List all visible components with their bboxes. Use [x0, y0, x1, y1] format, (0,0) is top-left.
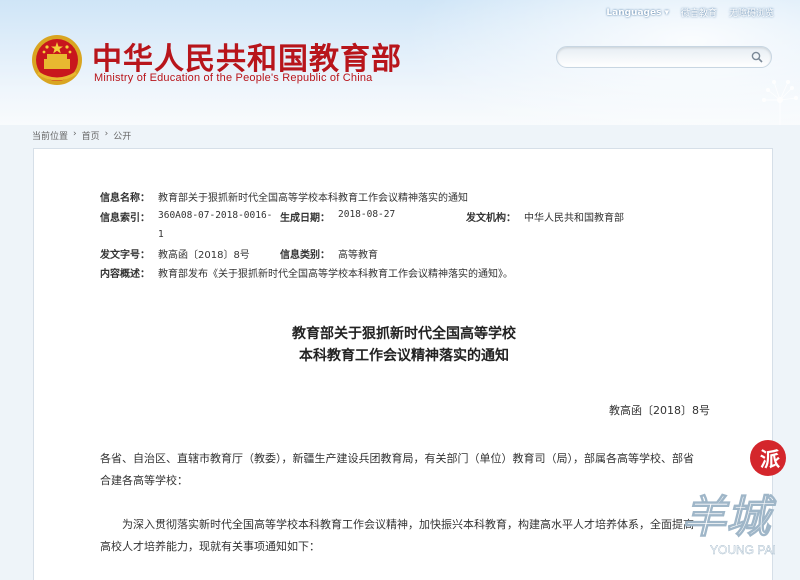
info-name-label: 信息名称：	[100, 193, 150, 204]
languages-link[interactable]: Languages ▾	[606, 8, 669, 18]
doc-no-value: 教高函〔2018〕8号	[158, 250, 250, 261]
index-label: 信息索引：	[100, 213, 150, 224]
document-title: 教育部关于狠抓新时代全国高等学校 本科教育工作会议精神落实的通知	[34, 323, 774, 367]
accessibility-link[interactable]: 无障碍浏览	[729, 6, 774, 19]
issuer-value: 中华人民共和国教育部	[524, 213, 624, 224]
date-label: 生成日期：	[280, 213, 330, 224]
svg-text:羊城: 羊城	[682, 492, 777, 543]
issuer-label: 发文机构：	[466, 213, 516, 224]
breadcrumb: 当前位置 › 首页 › 公开	[32, 129, 131, 142]
date-value: 2018-08-27	[338, 209, 396, 220]
search-input[interactable]	[557, 49, 737, 70]
chevron-down-icon: ▾	[664, 7, 669, 18]
document-number: 教高函〔2018〕8号	[609, 404, 710, 417]
category-value: 高等教育	[338, 250, 378, 261]
summary-value: 教育部发布《关于狠抓新时代全国高等学校本科教育工作会议精神落实的通知》。	[158, 269, 513, 280]
dandelion-decoration-icon	[762, 80, 798, 125]
yangcheng-pai-watermark-logo-icon: 派 羊城 YOUNG PAI	[682, 440, 786, 557]
breadcrumb-current-label: 当前位置	[32, 132, 69, 142]
meta-row-docno: 发文字号： 教高函〔2018〕8号 信息类别： 高等教育	[100, 244, 624, 263]
index-value: 360A08-07-2018-0016- 1	[158, 206, 280, 244]
document-title-line2: 本科教育工作会议精神落实的通知	[299, 348, 509, 364]
index-value-line1: 360A08-07-2018-0016-	[158, 210, 273, 221]
body-paragraph-intro: 为深入贯彻落实新时代全国高等学校本科教育工作会议精神，加快振兴本科教育，构建高水…	[100, 518, 694, 553]
national-emblem-icon	[32, 35, 82, 85]
site-subtitle: Ministry of Education of the People's Re…	[94, 72, 373, 84]
breadcrumb-section[interactable]: 公开	[113, 129, 131, 142]
document-title-line1: 教育部关于狠抓新时代全国高等学校	[292, 326, 516, 342]
weibo-link[interactable]: 微言教育	[681, 6, 717, 19]
index-value-line2: 1	[158, 229, 164, 240]
document-body: 各省、自治区、直辖市教育厅（教委），新疆生产建设兵团教育局，有关部门（单位）教育…	[100, 448, 700, 580]
site-header: Languages ▾ 微言教育 无障碍浏览 中华人民共和国教育部 Minist…	[0, 0, 800, 125]
top-links: Languages ▾ 微言教育 无障碍浏览	[606, 6, 774, 20]
breadcrumb-separator: ›	[104, 129, 109, 139]
svg-text:YOUNG PAI: YOUNG PAI	[710, 543, 776, 557]
summary-label: 内容概述：	[100, 269, 150, 280]
breadcrumb-home[interactable]: 首页	[82, 129, 100, 142]
content-panel: 信息名称： 教育部关于狠抓新时代全国高等学校本科教育工作会议精神落实的通知 信息…	[33, 148, 773, 580]
breadcrumb-separator: ›	[73, 129, 77, 139]
body-paragraph-salutation: 各省、自治区、直辖市教育厅（教委），新疆生产建设兵团教育局，有关部门（单位）教育…	[100, 452, 694, 487]
info-name-value: 教育部关于狠抓新时代全国高等学校本科教育工作会议精神落实的通知	[158, 193, 468, 204]
doc-no-label: 发文字号：	[100, 250, 150, 261]
meta-row-summary: 内容概述： 教育部发布《关于狠抓新时代全国高等学校本科教育工作会议精神落实的通知…	[100, 263, 624, 282]
svg-text:派: 派	[760, 447, 781, 471]
category-label: 信息类别：	[280, 250, 330, 261]
document-metadata: 信息名称： 教育部关于狠抓新时代全国高等学校本科教育工作会议精神落实的通知 信息…	[100, 187, 624, 282]
meta-row-index: 信息索引： 360A08-07-2018-0016- 1 生成日期： 2018-…	[100, 206, 624, 244]
meta-row-name: 信息名称： 教育部关于狠抓新时代全国高等学校本科教育工作会议精神落实的通知	[100, 187, 624, 206]
